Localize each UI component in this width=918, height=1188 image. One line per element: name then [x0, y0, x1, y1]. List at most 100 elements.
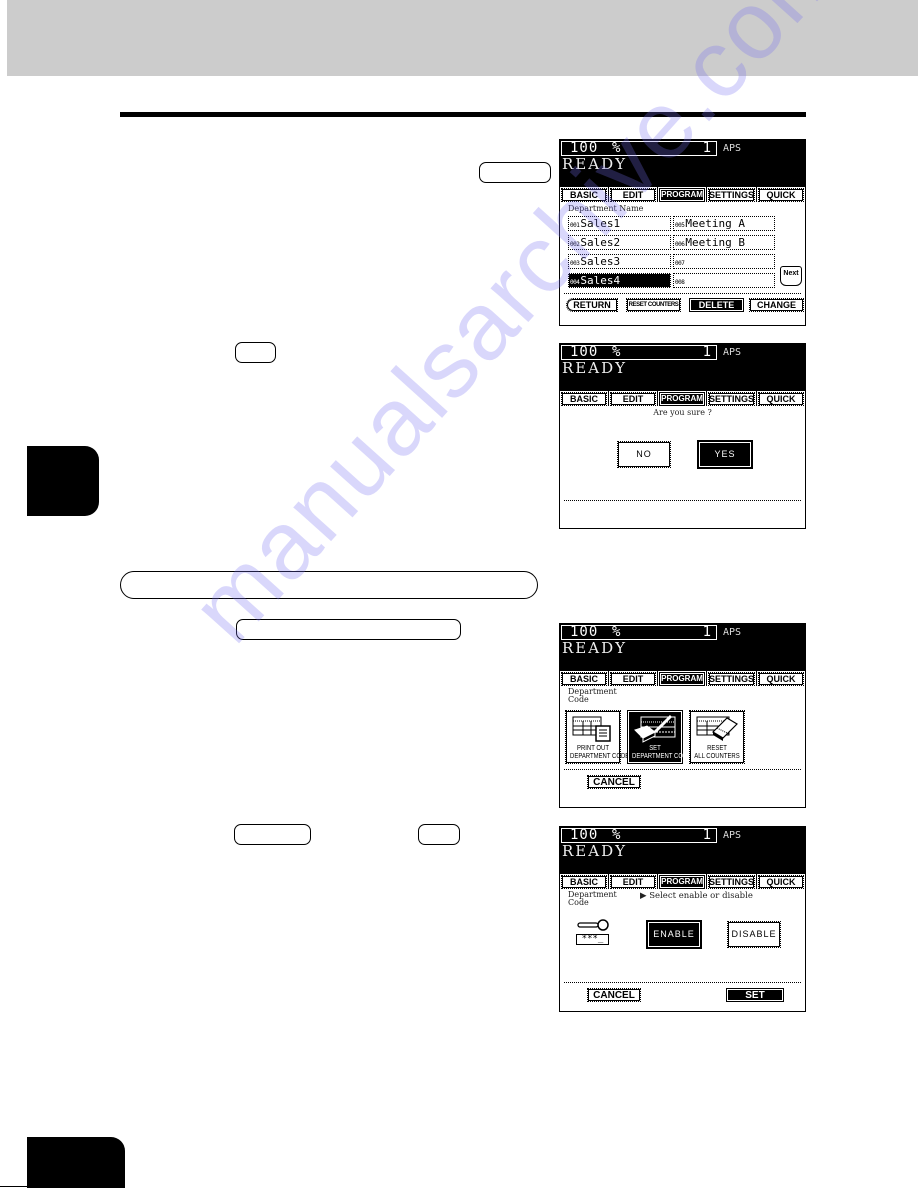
print-out-department-codes-button[interactable]: PRINT OUT DEPARTMENT CODES	[565, 710, 633, 764]
tab-basic[interactable]: BASIC	[560, 187, 608, 203]
tab-edit[interactable]: EDIT	[609, 187, 657, 203]
department-entry[interactable]: 005Meeting A	[673, 216, 775, 231]
keyboard-pencil-icon	[634, 714, 676, 743]
zoom-unit: %	[612, 624, 621, 640]
tab-settings[interactable]: SETTINGS	[706, 187, 757, 203]
tab-quick[interactable]: QUICK	[757, 671, 805, 687]
status-area: 100 % 1 APS READY	[560, 140, 805, 186]
copy-count: 1	[702, 344, 711, 360]
function-tabs: BASIC EDIT PROGRAM SETTINGS QUICK	[560, 873, 805, 890]
paper-mode: APS	[723, 830, 742, 841]
key-outline-department-name	[479, 162, 551, 183]
paper-mode: APS	[723, 627, 742, 638]
printout-list-icon	[572, 716, 611, 742]
tab-basic[interactable]: BASIC	[560, 874, 608, 890]
department-entry[interactable]: 002Sales2	[568, 235, 671, 250]
status-message: READY	[562, 842, 628, 860]
next-label: Next	[783, 270, 799, 277]
key-outline-set	[418, 824, 460, 845]
tab-program[interactable]: PROGRAM	[658, 391, 706, 407]
zoom-unit: %	[612, 140, 621, 156]
copier-panel-department-code-menu: 100 % 1 APS READY BASIC EDIT PROGRAM SET…	[559, 623, 806, 808]
set-button[interactable]: SET	[726, 988, 784, 1002]
tab-edit[interactable]: EDIT	[609, 874, 657, 890]
department-entry[interactable]: 007	[673, 254, 775, 269]
next-page-button[interactable]: Next	[780, 266, 802, 286]
tab-edit[interactable]: EDIT	[609, 671, 657, 687]
department-entry-selected[interactable]: 004Sales4	[568, 273, 671, 288]
department-entry[interactable]: 001Sales1	[568, 216, 671, 231]
code-mask-field: ***_	[576, 934, 609, 945]
status-area: 100 % 1 APS READY	[560, 827, 805, 873]
reset-counters-button[interactable]: RESET COUNTERS	[626, 298, 681, 312]
zoom-unit: %	[612, 344, 621, 360]
copier-panel-confirm: 100 % 1 APS READY BASIC EDIT PROGRAM SET…	[559, 343, 806, 529]
delete-button[interactable]: DELETE	[689, 298, 744, 312]
tab-edit[interactable]: EDIT	[609, 391, 657, 407]
copy-count: 1	[702, 827, 711, 843]
counter-display: 100 % 1	[561, 828, 717, 843]
copy-count: 1	[702, 140, 711, 156]
yes-button[interactable]: YES	[698, 441, 752, 468]
tab-settings[interactable]: SETTINGS	[706, 874, 757, 890]
instruction-text: ▶ Select enable or disable	[640, 891, 753, 901]
department-name-heading: Department Name	[568, 204, 644, 213]
department-entry[interactable]: 003Sales3	[568, 254, 671, 269]
cancel-button[interactable]: CANCEL	[587, 988, 641, 1002]
reset-all-counters-button[interactable]: RESET ALL COUNTERS	[689, 710, 745, 764]
tab-program[interactable]: PROGRAM	[658, 671, 706, 687]
return-button[interactable]: RETURN	[566, 298, 618, 312]
cancel-button[interactable]: CANCEL	[587, 775, 641, 789]
copier-panel-department-name: 100 % 1 APS READY BASIC EDIT PROGRAM SET…	[559, 139, 806, 326]
key-icon	[577, 919, 609, 931]
status-message: READY	[562, 359, 628, 377]
key-outline-delete	[235, 342, 276, 363]
counter-display: 100 % 1	[561, 141, 717, 156]
tab-quick[interactable]: QUICK	[757, 391, 805, 407]
tab-settings[interactable]: SETTINGS	[706, 391, 757, 407]
counter-display: 100 % 1	[561, 625, 717, 640]
tab-quick[interactable]: QUICK	[757, 187, 805, 203]
divider	[564, 293, 801, 294]
zoom-ratio: 100	[570, 344, 599, 360]
copier-panel-enable-disable: 100 % 1 APS READY BASIC EDIT PROGRAM SET…	[559, 826, 806, 1012]
change-button[interactable]: CHANGE	[749, 298, 804, 312]
tab-quick[interactable]: QUICK	[757, 874, 805, 890]
tab-settings[interactable]: SETTINGS	[706, 671, 757, 687]
confirm-question: Are you sure ?	[653, 408, 712, 417]
department-code-heading: Department Code	[568, 890, 617, 907]
page-header-band	[7, 0, 918, 76]
enable-button[interactable]: ENABLE	[647, 921, 701, 948]
section-rule	[120, 112, 806, 117]
key-outline-enable	[234, 824, 311, 845]
divider	[564, 982, 801, 983]
department-entry[interactable]: 008	[673, 273, 775, 288]
tab-program[interactable]: PROGRAM	[658, 874, 706, 890]
department-entry[interactable]: 006Meeting B	[673, 235, 775, 250]
divider	[564, 500, 801, 501]
status-area: 100 % 1 APS READY	[560, 624, 805, 670]
copy-count: 1	[702, 624, 711, 640]
department-code-heading: Department Code	[568, 687, 617, 704]
section-heading-bar	[120, 571, 538, 599]
panel-body: Department Code PRINT OUT DEPARTMENT COD…	[560, 686, 805, 807]
tab-basic[interactable]: BASIC	[560, 391, 608, 407]
tab-basic[interactable]: BASIC	[560, 671, 608, 687]
function-tabs: BASIC EDIT PROGRAM SETTINGS QUICK	[560, 390, 805, 407]
set-department-codes-button[interactable]: SET DEPARTMENT CODES	[627, 710, 695, 764]
status-message: READY	[562, 639, 628, 657]
tab-program[interactable]: PROGRAM	[658, 187, 706, 203]
paper-mode: APS	[723, 143, 742, 154]
chapter-tab	[27, 446, 99, 516]
no-button[interactable]: NO	[617, 441, 671, 468]
zoom-ratio: 100	[570, 827, 599, 843]
watermark: manualsarchive.com	[170, 0, 864, 663]
divider	[564, 769, 801, 770]
function-tabs: BASIC EDIT PROGRAM SETTINGS QUICK	[560, 670, 805, 687]
status-message: READY	[562, 155, 628, 173]
zoom-ratio: 100	[570, 140, 599, 156]
panel-body: Are you sure ? NO YES	[560, 406, 805, 528]
disable-button[interactable]: DISABLE	[727, 921, 781, 948]
page-tab-rule	[0, 1186, 27, 1187]
status-area: 100 % 1 APS READY	[560, 344, 805, 390]
